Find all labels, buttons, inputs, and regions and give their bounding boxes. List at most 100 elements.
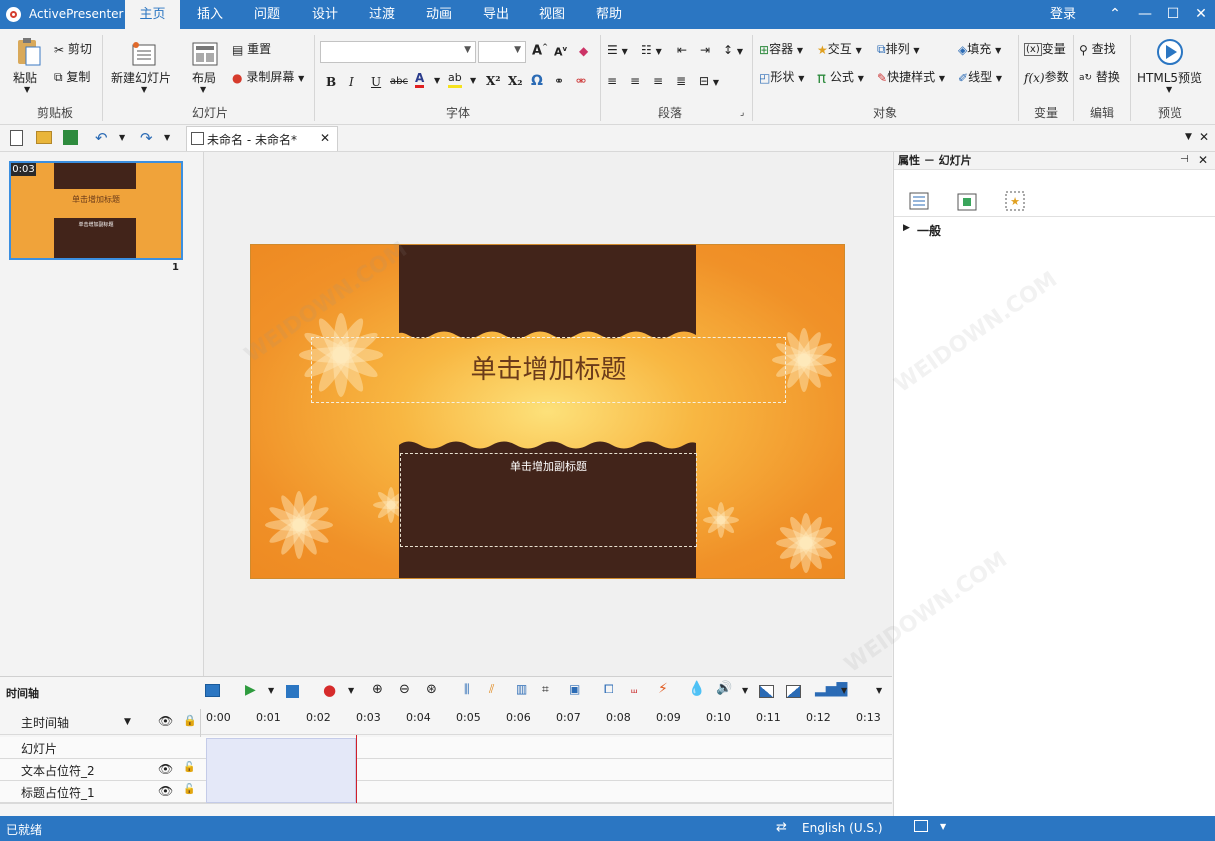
timeline-select-dropdown-icon[interactable]: ▼: [124, 717, 131, 727]
insert-time-icon[interactable]: ⫽: [489, 682, 494, 697]
clear-format-icon[interactable]: ◆: [579, 44, 588, 58]
increase-indent-icon[interactable]: ⇥: [700, 43, 710, 57]
find-button[interactable]: ⚲ 查找: [1079, 40, 1116, 57]
strikethrough-button[interactable]: abc: [390, 76, 408, 87]
play-dropdown-icon[interactable]: ▼: [268, 686, 274, 695]
symbol-button[interactable]: Ω: [531, 73, 543, 89]
align-center-icon[interactable]: ≡: [630, 74, 640, 88]
line-style-button[interactable]: ✐线型 ▼: [958, 68, 1002, 85]
split-icon[interactable]: ⫼: [464, 682, 470, 697]
record-dropdown-icon[interactable]: ▼: [348, 686, 354, 695]
pin-icon[interactable]: ⊣: [1180, 154, 1189, 165]
link-icon[interactable]: ⚭: [554, 74, 564, 88]
new-slide-icon[interactable]: [130, 40, 158, 68]
line-spacing-icon[interactable]: ↕ ▼: [723, 43, 743, 57]
vertical-align-icon[interactable]: ⊟ ▼: [699, 74, 719, 88]
align-left-icon[interactable]: ≡: [607, 74, 617, 88]
freeze-frame-icon[interactable]: ⧢: [631, 682, 637, 697]
slide-canvas[interactable]: 单击增加标题 单击增加副标题: [250, 244, 845, 579]
timeline-row[interactable]: 幻灯片: [0, 737, 892, 759]
decrease-indent-icon[interactable]: ⇤: [677, 43, 687, 57]
new-slide-dropdown-icon[interactable]: ▼: [141, 85, 147, 94]
interaction-properties-icon[interactable]: ★: [1004, 190, 1026, 212]
paragraph-dialog-icon[interactable]: ⌟: [740, 108, 744, 118]
font-size-select[interactable]: ▼: [478, 41, 526, 63]
login-button[interactable]: 登录: [1038, 0, 1088, 29]
layout-button[interactable]: 布局: [192, 69, 216, 86]
copy-button[interactable]: ⧉ 复制: [54, 68, 90, 85]
visibility-icon[interactable]: 👁: [158, 714, 173, 728]
status-dropdown-icon[interactable]: ▼: [940, 822, 946, 831]
timeline-row[interactable]: 标题占位符_1 👁 🔓: [0, 781, 892, 803]
record-timeline-icon[interactable]: ●: [323, 681, 336, 699]
main-timeline-label[interactable]: 主时间轴: [21, 714, 69, 731]
html5-preview-button[interactable]: HTML5预览: [1137, 69, 1202, 86]
formula-button[interactable]: π 公式 ▼: [817, 68, 864, 87]
tab-animations[interactable]: 动画: [412, 0, 466, 29]
paste-icon[interactable]: [14, 37, 42, 66]
visibility-icon[interactable]: 👁: [158, 784, 173, 798]
bullets-icon[interactable]: ☰ ▼: [607, 43, 628, 57]
highlight-icon[interactable]: ab: [448, 71, 462, 88]
unlock-icon[interactable]: 🔓: [183, 762, 195, 773]
timeline-row[interactable]: 文本占位符_2 👁 🔓: [0, 759, 892, 781]
new-slide-button[interactable]: 新建幻灯片: [111, 69, 171, 86]
open-folder-icon[interactable]: [36, 131, 52, 144]
record-screen-button[interactable]: ● 录制屏幕 ▼: [232, 68, 304, 85]
preview-dropdown-icon[interactable]: ▼: [1166, 85, 1172, 94]
tab-design[interactable]: 设计: [298, 0, 352, 29]
unlock-icon[interactable]: 🔓: [183, 784, 195, 795]
volume-dropdown-icon[interactable]: ▼: [742, 686, 748, 695]
paste-dropdown-icon[interactable]: ▼: [24, 85, 30, 94]
unlink-icon[interactable]: ⚮: [576, 74, 586, 88]
layout-dropdown-icon[interactable]: ▼: [200, 85, 206, 94]
font-color-icon[interactable]: A: [415, 71, 425, 88]
variable-button[interactable]: (x) 变量: [1024, 40, 1066, 57]
monitor-icon[interactable]: [914, 820, 928, 832]
tab-questions[interactable]: 问题: [240, 0, 294, 29]
zoom-in-icon[interactable]: ⊕: [372, 682, 383, 697]
waveform-dropdown-icon[interactable]: ▼: [841, 686, 847, 695]
panel-menu-icon[interactable]: ▼: [1185, 132, 1192, 142]
slide-thumbnail[interactable]: 0:03 单击增加标题 单击增加副标题: [9, 161, 183, 260]
numbering-icon[interactable]: ☷ ▼: [641, 43, 662, 57]
fade-out-icon[interactable]: [786, 685, 801, 698]
layout-icon[interactable]: [192, 42, 218, 66]
merge-icon[interactable]: ▣: [569, 682, 580, 696]
justify-icon[interactable]: ≣: [676, 74, 686, 88]
select-range-icon[interactable]: ⧠: [604, 682, 614, 697]
speed-icon[interactable]: ⚡: [658, 681, 668, 697]
stop-icon[interactable]: [205, 684, 220, 697]
collapse-ribbon-icon[interactable]: ⌃: [1098, 0, 1132, 29]
language-selector[interactable]: English (U.S.): [802, 821, 883, 835]
tab-export[interactable]: 导出: [469, 0, 523, 29]
lock-icon[interactable]: 🔒: [183, 714, 197, 727]
highlight-dropdown-icon[interactable]: ▼: [470, 76, 476, 85]
color-drop-icon[interactable]: 💧: [688, 681, 705, 697]
close-icon[interactable]: ✕: [1184, 0, 1215, 29]
play-icon[interactable]: [1156, 38, 1184, 66]
shrink-font-icon[interactable]: Av: [554, 45, 567, 59]
fade-in-icon[interactable]: [759, 685, 774, 698]
cut-button[interactable]: ✂ 剪切: [54, 40, 92, 57]
save-icon[interactable]: [63, 130, 78, 145]
cut-range-icon[interactable]: ▥: [516, 682, 527, 696]
underline-button[interactable]: U: [371, 75, 381, 89]
undo-dropdown-icon[interactable]: ▼: [119, 133, 125, 142]
crop-icon[interactable]: ⌗: [542, 682, 549, 697]
subscript-button[interactable]: X₂: [508, 74, 523, 88]
zoom-fit-icon[interactable]: ⊛: [426, 682, 437, 697]
reset-button[interactable]: ▤ 重置: [232, 40, 271, 57]
redo-icon[interactable]: ↷: [140, 129, 153, 147]
undo-icon[interactable]: ↶: [95, 129, 108, 147]
timeline-scrollbar[interactable]: [0, 803, 892, 816]
arrange-button[interactable]: ⧉排列 ▼: [877, 40, 920, 57]
tab-help[interactable]: 帮助: [582, 0, 636, 29]
slide-subtitle-placeholder[interactable]: 单击增加副标题: [400, 453, 697, 547]
param-button[interactable]: f(x)参数: [1024, 68, 1069, 85]
play-timeline-icon[interactable]: ▶: [245, 682, 256, 698]
volume-icon[interactable]: 🔊: [716, 681, 732, 696]
transition-properties-icon[interactable]: [956, 192, 978, 212]
stop-playback-icon[interactable]: [286, 685, 299, 698]
shape-button[interactable]: ◰形状 ▼: [759, 68, 804, 85]
